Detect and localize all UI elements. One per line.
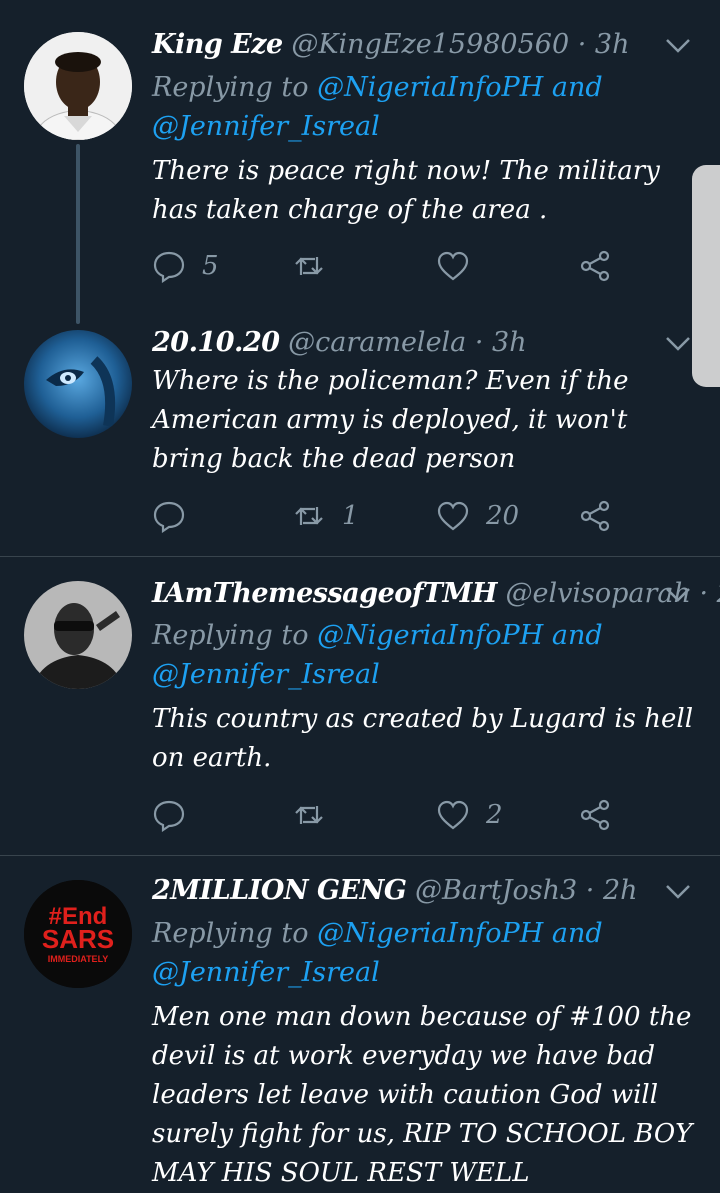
reply-count: 5	[202, 251, 219, 281]
display-name[interactable]: 20.10.20	[152, 327, 280, 358]
display-name[interactable]: 2MILLION GENG	[152, 875, 407, 906]
replying-to: Replying to @NigeriaInfoPH and @Jennifer…	[152, 620, 603, 690]
display-name[interactable]: King Eze	[152, 29, 283, 60]
share-button[interactable]	[578, 795, 612, 835]
chevron-down-icon[interactable]	[664, 334, 692, 354]
retweet-icon	[295, 806, 323, 824]
like-button[interactable]: 2	[436, 795, 503, 835]
reply-button[interactable]	[152, 496, 202, 536]
reply-button[interactable]	[152, 795, 202, 835]
reply-icon	[153, 800, 185, 832]
retweet-button[interactable]	[292, 246, 342, 286]
retweet-count: 1	[342, 501, 359, 531]
tweet-text: Men one man down because of #100 the dev…	[152, 1002, 693, 1188]
reply-button[interactable]: 5	[152, 246, 219, 286]
tweet-3[interactable]: IAmThemessageofTMH @elvisoparah · 2h Rep…	[0, 557, 720, 855]
display-name[interactable]: IAmThemessageofTMH	[152, 578, 497, 609]
retweet-icon	[295, 257, 323, 275]
like-count: 20	[486, 501, 520, 531]
mention-link[interactable]: @Jennifer_Isreal	[152, 659, 380, 690]
reply-icon	[153, 251, 185, 283]
avatar[interactable]	[24, 581, 132, 689]
like-button[interactable]	[436, 246, 486, 286]
share-icon	[580, 799, 610, 831]
mention-link[interactable]: @Jennifer_Isreal	[152, 957, 380, 988]
mention-link[interactable]: @Jennifer_Isreal	[152, 111, 380, 142]
chevron-down-icon[interactable]	[664, 882, 692, 902]
chevron-down-icon[interactable]	[664, 585, 692, 605]
thread-line	[76, 144, 80, 324]
tweet-text: There is peace right now! The military h…	[152, 156, 660, 225]
share-button[interactable]	[578, 246, 612, 286]
end-sars-logo: #End SARS IMMEDIATELY	[24, 880, 132, 988]
tweet-text: This country as created by Lugard is hel…	[152, 704, 694, 773]
avatar[interactable]	[24, 32, 132, 140]
like-button[interactable]: 20	[436, 496, 519, 536]
share-icon	[580, 250, 610, 282]
handle[interactable]: @BartJosh3	[415, 875, 577, 906]
tweet-4[interactable]: #End SARS IMMEDIATELY 2MILLION GENG @Bar…	[0, 856, 720, 1188]
tweet-2[interactable]: 20.10.20 @caramelela · 3h Where is the p…	[0, 310, 720, 556]
mention-link[interactable]: @NigeriaInfoPH	[317, 620, 543, 651]
avatar[interactable]: #End SARS IMMEDIATELY	[24, 880, 132, 988]
reply-icon	[153, 501, 185, 533]
mention-link[interactable]: @NigeriaInfoPH	[317, 72, 543, 103]
chevron-down-icon[interactable]	[664, 36, 692, 56]
replying-to: Replying to @NigeriaInfoPH and @Jennifer…	[152, 72, 603, 142]
share-button[interactable]	[578, 496, 612, 536]
timestamp[interactable]: · 2h	[586, 875, 638, 906]
timestamp[interactable]: · 3h	[578, 29, 630, 60]
scrollbar[interactable]	[692, 165, 720, 387]
tweet-1[interactable]: King Eze @KingEze15980560 · 3h Replying …	[0, 0, 720, 324]
heart-icon	[437, 800, 469, 830]
share-icon	[580, 500, 610, 532]
timestamp[interactable]: · 2h	[699, 578, 720, 609]
tweet-text: Where is the policeman? Even if the Amer…	[152, 366, 629, 474]
heart-icon	[437, 501, 469, 531]
retweet-button[interactable]	[292, 795, 342, 835]
retweet-icon	[295, 507, 323, 525]
retweet-button[interactable]: 1	[292, 496, 359, 536]
avatar[interactable]	[24, 330, 132, 438]
mention-link[interactable]: @NigeriaInfoPH	[317, 918, 543, 949]
timestamp[interactable]: · 3h	[475, 327, 527, 358]
heart-icon	[437, 251, 469, 281]
like-count: 2	[486, 800, 503, 830]
svg-text:SARS: SARS	[42, 924, 114, 954]
replying-to: Replying to @NigeriaInfoPH and @Jennifer…	[152, 918, 603, 988]
svg-text:IMMEDIATELY: IMMEDIATELY	[48, 954, 109, 964]
handle[interactable]: @caramelela	[288, 327, 466, 358]
handle[interactable]: @KingEze15980560	[291, 29, 569, 60]
